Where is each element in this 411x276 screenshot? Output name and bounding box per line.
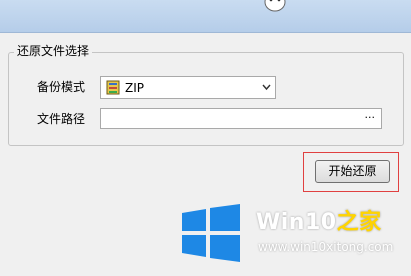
file-path-label: 文件路径: [37, 112, 86, 126]
start-restore-button[interactable]: 开始还原: [315, 160, 390, 183]
group-title: 还原文件选择: [14, 43, 93, 59]
mascot-icon: [264, 0, 286, 12]
backup-mode-value: ZIP: [125, 81, 144, 95]
watermark-url: www.win10xitong.com: [258, 240, 394, 254]
window-title-bar: [0, 0, 411, 33]
watermark: Win10之家 www.win10xitong.com: [180, 200, 411, 276]
watermark-brand-main: Win10: [256, 210, 337, 235]
windows-logo-icon: [182, 204, 240, 262]
browse-button[interactable]: ···: [365, 110, 376, 126]
watermark-brand-accent: 之家: [336, 210, 382, 235]
zip-archive-icon: [106, 80, 120, 95]
restore-file-group: [8, 52, 404, 146]
file-path-input[interactable]: ···: [100, 108, 382, 129]
backup-mode-select[interactable]: ZIP: [100, 76, 276, 99]
chevron-down-icon: [262, 84, 271, 91]
watermark-title: Win10之家: [256, 204, 382, 236]
backup-mode-label: 备份模式: [37, 80, 86, 94]
